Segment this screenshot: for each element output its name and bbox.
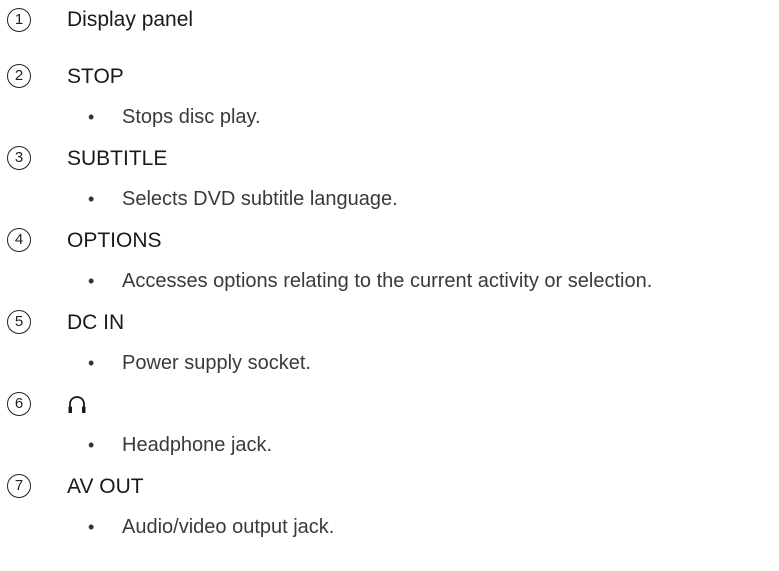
bullet-icon: • bbox=[88, 353, 95, 373]
item-number-badge: 3 bbox=[7, 146, 31, 170]
bullet-icon: • bbox=[88, 189, 95, 209]
item-number-badge: 6 bbox=[7, 392, 31, 416]
item-description: Audio/video output jack. bbox=[122, 516, 335, 538]
bullet-icon: • bbox=[88, 517, 95, 537]
item-number-badge: 4 bbox=[7, 228, 31, 252]
bullet-icon: • bbox=[88, 271, 95, 291]
item-title: Display panel bbox=[67, 8, 194, 31]
bullet-icon: • bbox=[88, 107, 95, 127]
item-description: Accesses options relating to the current… bbox=[122, 270, 653, 292]
item-number-badge: 7 bbox=[7, 474, 31, 498]
item-title: OPTIONS bbox=[67, 229, 162, 252]
item-description: Stops disc play. bbox=[122, 106, 261, 128]
item-title: AV OUT bbox=[67, 475, 144, 498]
item-description: Power supply socket. bbox=[122, 352, 311, 374]
item-number-badge: 5 bbox=[7, 310, 31, 334]
item-title: DC IN bbox=[67, 311, 125, 334]
item-title: SUBTITLE bbox=[67, 147, 168, 170]
item-number-badge: 2 bbox=[7, 64, 31, 88]
item-number-badge: 1 bbox=[7, 8, 31, 32]
item-description: Headphone jack. bbox=[122, 434, 273, 456]
item-description: Selects DVD subtitle language. bbox=[122, 188, 398, 210]
item-title: STOP bbox=[67, 65, 124, 88]
control-description-list: 1 Display panel 2 STOP • Stops disc play… bbox=[0, 0, 779, 571]
bullet-icon: • bbox=[88, 435, 95, 455]
headphone-icon bbox=[68, 396, 86, 413]
